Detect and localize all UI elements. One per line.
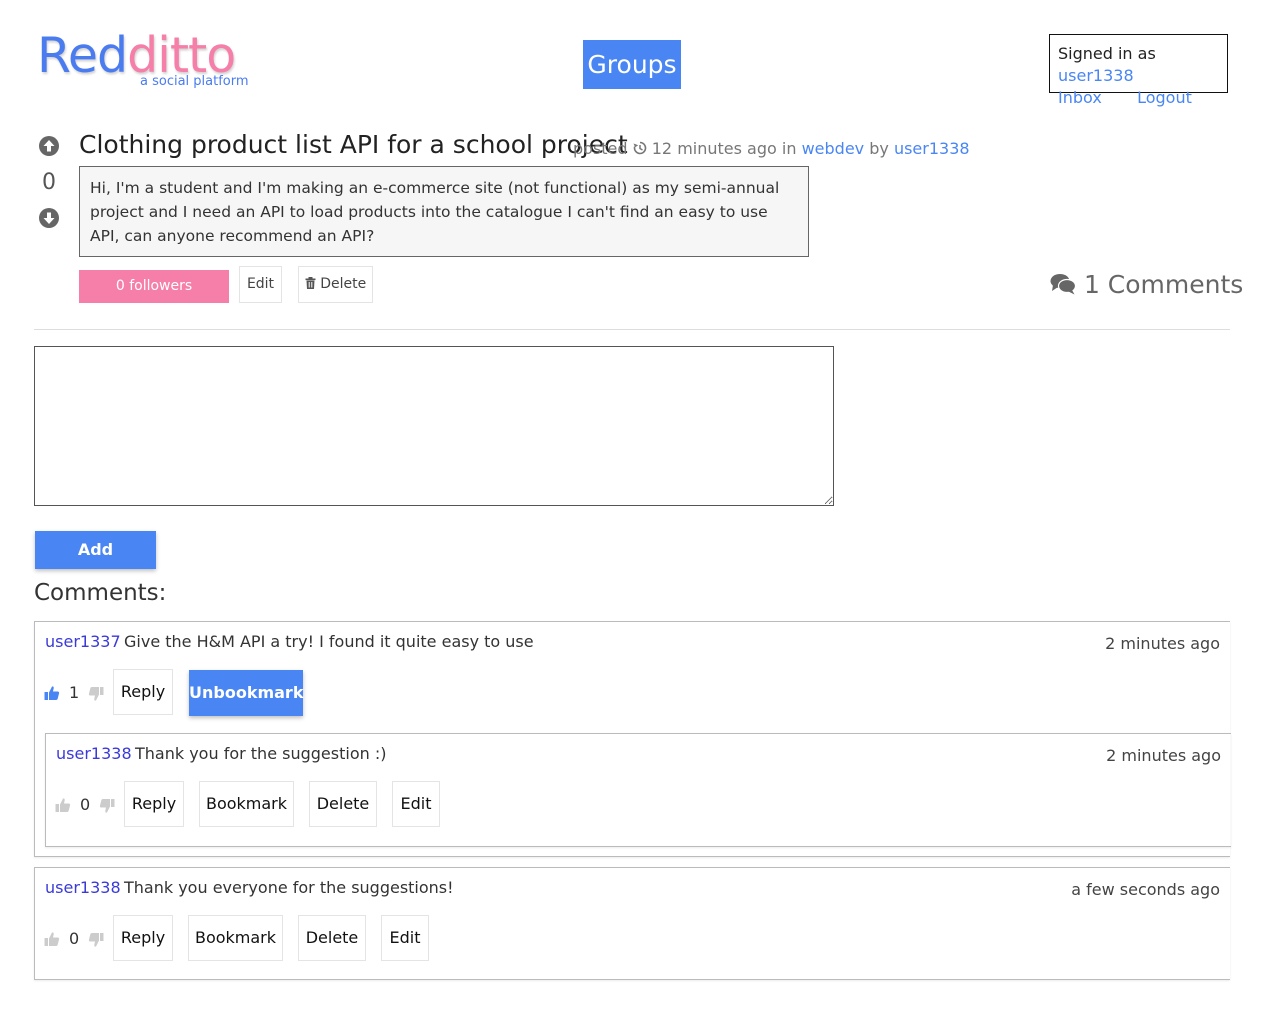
signed-in-line: Signed in as user1338	[1058, 43, 1227, 87]
thumbs-up-icon[interactable]	[44, 931, 60, 947]
account-links: Inbox Logout	[1058, 87, 1227, 109]
comments-count: 1 Comments	[1050, 270, 1243, 299]
post-meta: posted 12 minutes ago in webdev by user1…	[573, 139, 970, 158]
trash-icon	[305, 277, 316, 289]
thumbs-down-icon[interactable]	[88, 932, 104, 948]
comment-user-link[interactable]: user1338	[56, 744, 132, 763]
inbox-link[interactable]: Inbox	[1058, 87, 1132, 109]
logo[interactable]: Redditto a social platform	[37, 26, 267, 96]
comment-textarea[interactable]	[34, 346, 834, 506]
comment-user-link[interactable]: user1337	[45, 632, 121, 651]
comment-text: Thank you everyone for the suggestions!	[124, 878, 454, 897]
comment-user-link[interactable]: user1338	[45, 878, 121, 897]
comment-vote-count: 0	[80, 795, 91, 814]
thumbs-up-icon[interactable]	[44, 685, 60, 701]
logo-tagline: a social platform	[140, 74, 249, 89]
post-title: Clothing product list API for a school p…	[79, 130, 628, 159]
comment-card: user1338 Thank you everyone for the sugg…	[34, 867, 1230, 980]
comment-card: user1337 Give the H&M API a try! I found…	[34, 621, 1231, 857]
followers-button[interactable]: 0 followers	[79, 270, 229, 303]
delete-button[interactable]: Delete	[309, 781, 377, 827]
reply-button[interactable]: Reply	[113, 669, 173, 715]
user-box: Signed in as user1338 Inbox Logout	[1049, 34, 1228, 107]
comment-text: Give the H&M API a try! I found it quite…	[124, 632, 534, 651]
divider	[34, 329, 1230, 330]
group-link[interactable]: webdev	[802, 139, 865, 158]
comment-time: 2 minutes ago	[1105, 634, 1220, 653]
comments-heading: Comments:	[34, 580, 167, 606]
comment-vote-count: 0	[69, 929, 80, 948]
thumbs-down-icon[interactable]	[99, 798, 115, 814]
bookmark-button[interactable]: Bookmark	[188, 915, 283, 961]
comment-time: a few seconds ago	[1071, 880, 1220, 899]
signed-in-user-link[interactable]: user1338	[1058, 66, 1134, 85]
unbookmark-button[interactable]: Unbookmark	[189, 670, 303, 716]
post-time: 12 minutes ago	[651, 139, 777, 158]
groups-button[interactable]: Groups	[583, 40, 681, 89]
post-delete-button[interactable]: Delete	[298, 266, 373, 303]
comment-vote-count: 1	[69, 683, 80, 702]
comment-text: Thank you for the suggestion :)	[135, 744, 387, 763]
comment-time: 2 minutes ago	[1106, 746, 1221, 765]
signed-in-label: Signed in as	[1058, 44, 1156, 63]
comments-icon	[1050, 274, 1077, 295]
post-score: 0	[42, 170, 56, 195]
post-body: Hi, I'm a student and I'm making an e-co…	[79, 166, 809, 257]
upvote-icon[interactable]	[38, 135, 60, 157]
author-link[interactable]: user1338	[894, 139, 970, 158]
in-label: in	[781, 139, 797, 158]
add-comment-button[interactable]: Add comment	[35, 531, 156, 597]
edit-button[interactable]: Edit	[392, 781, 440, 827]
thumbs-down-icon[interactable]	[88, 686, 104, 702]
reply-button[interactable]: Reply	[113, 915, 173, 961]
delete-button[interactable]: Delete	[298, 915, 366, 961]
downvote-icon[interactable]	[38, 207, 60, 229]
by-label: by	[869, 139, 889, 158]
reply-button[interactable]: Reply	[124, 781, 184, 827]
post-delete-label: Delete	[320, 276, 367, 292]
comments-count-label: 1 Comments	[1083, 270, 1244, 299]
logout-link[interactable]: Logout	[1137, 87, 1192, 109]
bookmark-button[interactable]: Bookmark	[199, 781, 294, 827]
thumbs-up-icon[interactable]	[55, 797, 71, 813]
posted-label: posted	[573, 139, 628, 158]
reply-card: user1338 Thank you for the suggestion :)…	[45, 733, 1231, 847]
history-icon	[633, 141, 646, 155]
edit-button[interactable]: Edit	[381, 915, 429, 961]
post-edit-button[interactable]: Edit	[239, 266, 282, 303]
